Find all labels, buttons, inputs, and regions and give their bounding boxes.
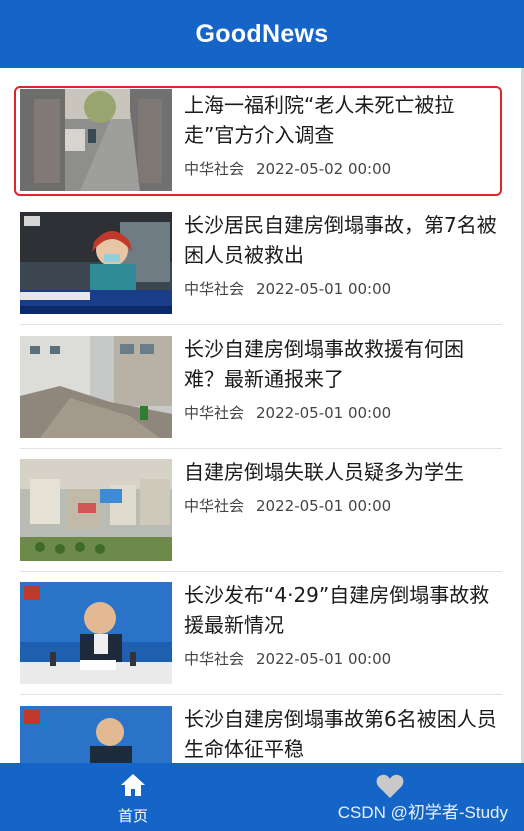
news-source: 中华社会: [184, 280, 245, 298]
news-source: 中华社会: [184, 160, 245, 178]
news-item[interactable]: 上海一福利院“老人未死亡被拉走”官方介入调查 中华社会 2022-05-02 00…: [14, 86, 502, 196]
news-title: 自建房倒塌失联人员疑多为学生: [184, 460, 464, 484]
news-time: 2022-05-02 00:00: [256, 160, 392, 178]
news-content: 长沙居民自建房倒塌事故，第7名被困人员被救出 中华社会 2022-05-01 00…: [184, 210, 500, 299]
news-thumbnail: [20, 212, 172, 314]
news-meta: 中华社会 2022-05-01 00:00: [184, 648, 500, 669]
news-item[interactable]: 长沙自建房倒塌事故第6名被困人员生命体征平稳: [20, 704, 502, 763]
news-thumbnail: [20, 582, 172, 684]
news-content: 长沙自建房倒塌事故救援有何困难？最新通报来了 中华社会 2022-05-01 00…: [184, 334, 500, 423]
news-meta: 中华社会 2022-05-01 00:00: [184, 278, 500, 299]
news-source: 中华社会: [184, 497, 245, 515]
app-title: GoodNews: [195, 19, 329, 48]
tab-home[interactable]: 首页: [93, 773, 173, 826]
news-thumbnail: [20, 89, 172, 191]
news-title: 长沙自建房倒塌事故第6名被困人员生命体征平稳: [184, 707, 497, 761]
news-meta: 中华社会 2022-05-01 00:00: [184, 495, 500, 516]
news-time: 2022-05-01 00:00: [256, 404, 392, 422]
news-meta: 中华社会 2022-05-02 00:00: [184, 158, 498, 179]
news-thumbnail: [20, 706, 172, 763]
news-item[interactable]: 自建房倒塌失联人员疑多为学生 中华社会 2022-05-01 00:00: [20, 457, 502, 572]
news-content: 上海一福利院“老人未死亡被拉走”官方介入调查 中华社会 2022-05-02 00…: [184, 90, 498, 179]
news-time: 2022-05-01 00:00: [256, 650, 392, 668]
news-title: 上海一福利院“老人未死亡被拉走”官方介入调查: [184, 93, 455, 147]
news-list[interactable]: 上海一福利院“老人未死亡被拉走”官方介入调查 中华社会 2022-05-02 00…: [0, 68, 524, 763]
news-item[interactable]: 长沙居民自建房倒塌事故，第7名被困人员被救出 中华社会 2022-05-01 00…: [20, 210, 502, 325]
news-content: 长沙发布“4·29”自建房倒塌事故救援最新情况 中华社会 2022-05-01 0…: [184, 580, 500, 669]
news-content: 长沙自建房倒塌事故第6名被困人员生命体征平稳: [184, 704, 500, 763]
tab-home-label: 首页: [117, 807, 148, 825]
news-title: 长沙发布“4·29”自建房倒塌事故救援最新情况: [184, 583, 490, 637]
news-content: 自建房倒塌失联人员疑多为学生 中华社会 2022-05-01 00:00: [184, 457, 500, 516]
news-source: 中华社会: [184, 650, 245, 668]
news-item[interactable]: 长沙发布“4·29”自建房倒塌事故救援最新情况 中华社会 2022-05-01 0…: [20, 580, 502, 695]
news-item[interactable]: 长沙自建房倒塌事故救援有何困难？最新通报来了 中华社会 2022-05-01 00…: [20, 334, 502, 449]
news-title: 长沙居民自建房倒塌事故，第7名被困人员被救出: [184, 213, 497, 267]
news-time: 2022-05-01 00:00: [256, 497, 392, 515]
news-time: 2022-05-01 00:00: [256, 280, 392, 298]
home-icon: [121, 774, 145, 796]
news-source: 中华社会: [184, 404, 245, 422]
news-thumbnail: [20, 459, 172, 561]
app-header: GoodNews: [0, 0, 524, 68]
bottom-tabbar: 首页 CSDN @初学者-Study: [0, 763, 524, 831]
news-title: 长沙自建房倒塌事故救援有何困难？最新通报来了: [184, 337, 464, 391]
news-thumbnail: [20, 336, 172, 438]
news-meta: 中华社会 2022-05-01 00:00: [184, 402, 500, 423]
watermark: CSDN @初学者-Study: [337, 803, 508, 822]
heart-icon: [376, 774, 404, 798]
